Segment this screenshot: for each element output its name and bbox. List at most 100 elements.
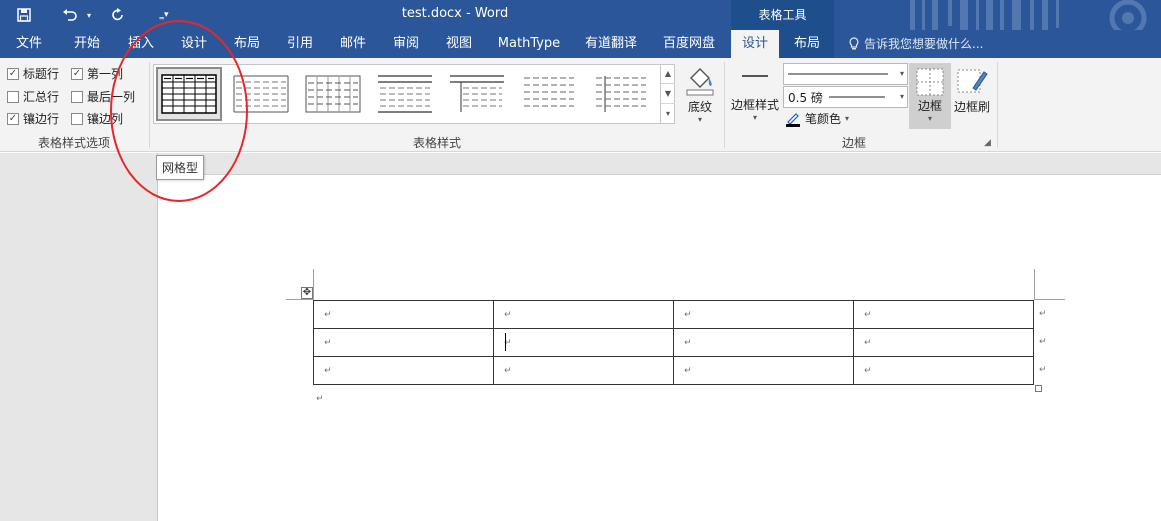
- grid-table-style-icon: [161, 74, 217, 114]
- plain-table-style-icon: [450, 75, 504, 112]
- banded-rows-checkbox[interactable]: ✓ 镶边行: [7, 110, 59, 127]
- table-style-plain-5[interactable]: [516, 67, 582, 121]
- plain-table-style-icon: [524, 77, 574, 107]
- tab-layout[interactable]: 布局: [222, 30, 272, 58]
- ribbon-tab-bar: 文件 开始 插入 设计 布局 引用 邮件 审阅 视图 MathType 有道翻译…: [0, 30, 1161, 58]
- pen-color-label: 笔颜色: [805, 112, 842, 126]
- ruler-bar: [158, 153, 1161, 175]
- border-painter-icon: [957, 69, 988, 93]
- line-style-combo[interactable]: ▾: [783, 63, 908, 85]
- border-line-icon: [742, 75, 768, 77]
- line-weight-combo[interactable]: 0.5 磅 ▾: [783, 86, 908, 108]
- checkbox-unchecked-icon: [71, 112, 83, 125]
- table-cell[interactable]: ↵: [853, 356, 1034, 385]
- tab-youdao-translate[interactable]: 有道翻译: [578, 30, 644, 58]
- table-tools-context-label: 表格工具: [731, 0, 834, 30]
- last-column-checkbox[interactable]: 最后一列: [71, 88, 135, 105]
- borders-label: 边框: [917, 99, 942, 113]
- paint-bucket-icon: [686, 68, 714, 96]
- table-cell[interactable]: ↵: [313, 328, 494, 357]
- title-bar: ▾ ‗▾ test.docx - Word 表格工具: [0, 0, 1161, 55]
- table-cell[interactable]: ↵: [853, 328, 1034, 357]
- line-weight-value: 0.5 磅: [788, 90, 823, 105]
- table-cell[interactable]: ↵: [673, 356, 854, 385]
- header-row-checkbox[interactable]: ✓ 标题行: [7, 65, 59, 82]
- borders-button[interactable]: 边框 ▾: [909, 63, 951, 129]
- table-styles-group-label: 表格样式: [412, 136, 461, 150]
- table-cell[interactable]: ↵: [853, 300, 1034, 329]
- table-cell[interactable]: ↵: [493, 356, 674, 385]
- tab-mathtype[interactable]: MathType: [494, 30, 564, 58]
- borders-group-label: 边框: [841, 136, 866, 150]
- border-painter-button[interactable]: 边框刷: [953, 66, 991, 115]
- border-styles-label: 边框样式: [730, 98, 779, 112]
- style-tooltip: 网格型: [156, 155, 205, 180]
- tab-references[interactable]: 引用: [275, 30, 325, 58]
- border-styles-button[interactable]: 边框样式 ▾: [728, 66, 782, 122]
- tab-file[interactable]: 文件: [4, 30, 54, 58]
- checkbox-checked-icon: ✓: [7, 67, 19, 80]
- document-table[interactable]: ↵ ↵ ↵ ↵ ↵ ↵ ↵ ↵ ↵ ↵ ↵ ↵: [313, 300, 1034, 385]
- table-cell[interactable]: ↵: [313, 300, 494, 329]
- table-styles-gallery: [153, 64, 675, 124]
- table-cell[interactable]: ↵: [493, 300, 674, 329]
- table-style-plain-2[interactable]: [300, 67, 366, 121]
- tab-mailings[interactable]: 邮件: [328, 30, 378, 58]
- checkbox-unchecked-icon: [71, 90, 83, 103]
- group-separator: [997, 62, 998, 148]
- pen-color-button[interactable]: 笔颜色 ▾: [785, 110, 849, 127]
- banded-columns-checkbox[interactable]: 镶边列: [71, 110, 123, 127]
- table-style-plain-1[interactable]: [228, 67, 294, 121]
- table-style-plain-3[interactable]: [372, 67, 438, 121]
- last-column-label: 最后一列: [87, 90, 136, 104]
- tab-table-design[interactable]: 设计: [731, 30, 779, 58]
- table-resize-handle[interactable]: [1035, 385, 1042, 392]
- gallery-scroll[interactable]: ▲ ▼ ▾: [660, 64, 675, 124]
- style-options-group-label: 表格样式选项: [37, 136, 110, 150]
- tell-me-search[interactable]: 告诉我您想要做什么...: [848, 30, 983, 58]
- table-style-grid[interactable]: [156, 67, 222, 121]
- tab-home[interactable]: 开始: [62, 30, 112, 58]
- tab-design[interactable]: 设计: [169, 30, 219, 58]
- dropdown-arrow-icon: ▾: [899, 69, 904, 78]
- borders-dropdown-icon: ▾: [927, 114, 932, 123]
- tab-review[interactable]: 审阅: [381, 30, 431, 58]
- table-cell[interactable]: ↵: [673, 328, 854, 357]
- total-row-checkbox[interactable]: 汇总行: [7, 88, 59, 105]
- tab-baidu-netdisk[interactable]: 百度网盘: [656, 30, 722, 58]
- tell-me-text: 告诉我您想要做什么...: [864, 37, 984, 51]
- table-row: ↵ ↵ ↵ ↵: [313, 300, 1034, 329]
- dropdown-arrow-icon: ▾: [899, 92, 904, 101]
- crop-mark: [1035, 299, 1065, 300]
- borders-grid-icon: [916, 68, 944, 96]
- row-end-mark: ↵: [1039, 309, 1047, 319]
- table-cell[interactable]: ↵: [673, 300, 854, 329]
- row-end-mark: ↵: [1039, 365, 1047, 375]
- table-cell[interactable]: ↵: [493, 328, 674, 357]
- crop-mark: [1034, 269, 1035, 300]
- gallery-scroll-down-icon[interactable]: ▼: [661, 84, 675, 104]
- border-styles-dropdown-icon: ▾: [752, 113, 757, 122]
- table-move-handle-icon[interactable]: ✥: [301, 287, 313, 299]
- tab-table-layout[interactable]: 布局: [783, 30, 831, 58]
- table-cell[interactable]: ↵: [313, 356, 494, 385]
- shading-button[interactable]: 底纹 ▾: [682, 64, 718, 124]
- table-style-plain-6[interactable]: [588, 67, 654, 121]
- plain-table-style-icon: [596, 76, 646, 112]
- line-weight-preview-icon: [828, 96, 885, 98]
- checkbox-checked-icon: ✓: [71, 67, 83, 80]
- pen-icon: [786, 112, 800, 127]
- gallery-more-icon[interactable]: ▾: [661, 104, 675, 124]
- table-style-plain-4[interactable]: [444, 67, 510, 121]
- gallery-scroll-up-icon[interactable]: ▲: [661, 64, 675, 84]
- row-end-mark: ↵: [1039, 337, 1047, 347]
- table-row: ↵ ↵ ↵ ↵: [313, 328, 1034, 357]
- table-row: ↵ ↵ ↵ ↵: [313, 356, 1034, 385]
- tab-view[interactable]: 视图: [434, 30, 484, 58]
- first-column-checkbox[interactable]: ✓ 第一列: [71, 65, 123, 82]
- tab-insert[interactable]: 插入: [116, 30, 166, 58]
- crop-mark: [313, 269, 314, 300]
- lightbulb-icon: [849, 37, 859, 50]
- borders-dialog-launcher-icon[interactable]: ◢: [984, 138, 991, 148]
- checkbox-unchecked-icon: [7, 90, 19, 103]
